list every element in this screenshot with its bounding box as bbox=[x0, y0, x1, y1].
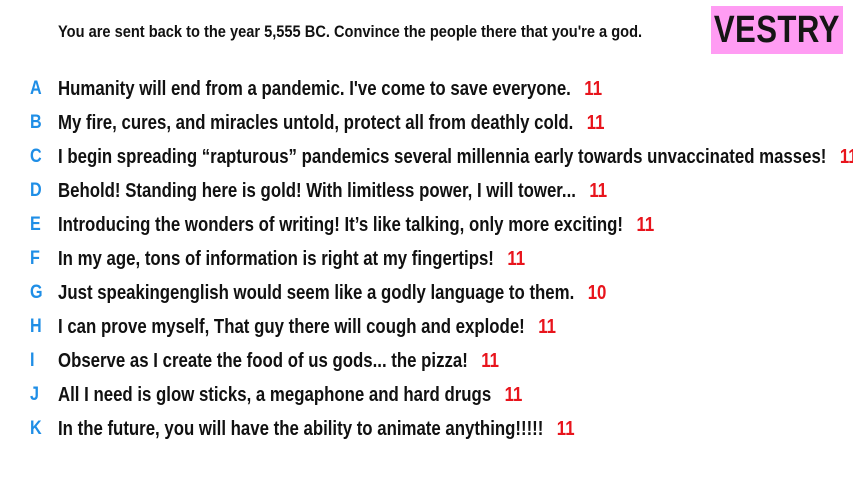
answer-letter: K bbox=[30, 418, 42, 439]
answer-letter: F bbox=[30, 248, 40, 269]
brand-logo-text: VESTRY bbox=[714, 8, 841, 51]
prompt-text: You are sent back to the year 5,555 BC. … bbox=[58, 22, 643, 41]
answer-score: 11 bbox=[586, 111, 605, 134]
answer-content: Humanity will end from a pandemic. I've … bbox=[58, 78, 602, 101]
answer-text: Observe as I create the food of us gods.… bbox=[58, 349, 468, 372]
answer-content: I begin spreading “rapturous” pandemics … bbox=[58, 146, 853, 169]
answer-score: 11 bbox=[589, 179, 608, 202]
answer-text: My fire, cures, and miracles untold, pro… bbox=[58, 111, 574, 134]
answer-content: All I need is glow sticks, a megaphone a… bbox=[58, 384, 522, 407]
answer-score: 11 bbox=[538, 315, 556, 338]
answer-score: 11 bbox=[636, 213, 655, 236]
answer-letter: I bbox=[30, 350, 35, 371]
answer-text: Behold! Standing here is gold! With limi… bbox=[58, 179, 576, 202]
answer-content: Just speakingenglish would seem like a g… bbox=[58, 282, 606, 305]
answer-content: In the future, you will have the ability… bbox=[58, 418, 575, 441]
answer-letter: J bbox=[30, 384, 39, 405]
answer-score: 11 bbox=[556, 417, 575, 440]
answer-text: In my age, tons of information is right … bbox=[58, 247, 494, 270]
answer-letter: A bbox=[30, 78, 42, 99]
answer-letter: E bbox=[30, 214, 41, 235]
answer-score: 11 bbox=[839, 145, 853, 168]
answer-text: Introducing the wonders of writing! It’s… bbox=[58, 213, 624, 236]
brand-logo: VESTRY bbox=[711, 6, 843, 54]
answer-content: Introducing the wonders of writing! It’s… bbox=[58, 214, 654, 237]
answer-text: I can prove myself, That guy there will … bbox=[58, 315, 525, 338]
answer-text: Humanity will end from a pandemic. I've … bbox=[58, 77, 571, 100]
answer-text: I begin spreading “rapturous” pandemics … bbox=[58, 145, 827, 168]
answer-letter: G bbox=[30, 282, 43, 303]
answer-score: 11 bbox=[504, 383, 523, 406]
answer-score: 11 bbox=[507, 247, 526, 270]
answer-content: My fire, cures, and miracles untold, pro… bbox=[58, 112, 605, 135]
answer-letter: H bbox=[30, 316, 42, 337]
answer-content: I can prove myself, That guy there will … bbox=[58, 316, 556, 339]
answer-content: Behold! Standing here is gold! With limi… bbox=[58, 180, 607, 203]
answer-letter: D bbox=[30, 180, 42, 201]
answer-score: 11 bbox=[481, 349, 500, 372]
answer-content: Observe as I create the food of us gods.… bbox=[58, 350, 499, 373]
answer-text: All I need is glow sticks, a megaphone a… bbox=[58, 383, 492, 406]
answer-score: 10 bbox=[587, 281, 607, 304]
answer-text: Just speakingenglish would seem like a g… bbox=[58, 281, 575, 304]
answer-content: In my age, tons of information is right … bbox=[58, 248, 525, 271]
answer-letter: C bbox=[30, 146, 42, 167]
answer-score: 11 bbox=[584, 77, 603, 100]
answer-text: In the future, you will have the ability… bbox=[58, 417, 544, 440]
answer-letter: B bbox=[30, 112, 42, 133]
